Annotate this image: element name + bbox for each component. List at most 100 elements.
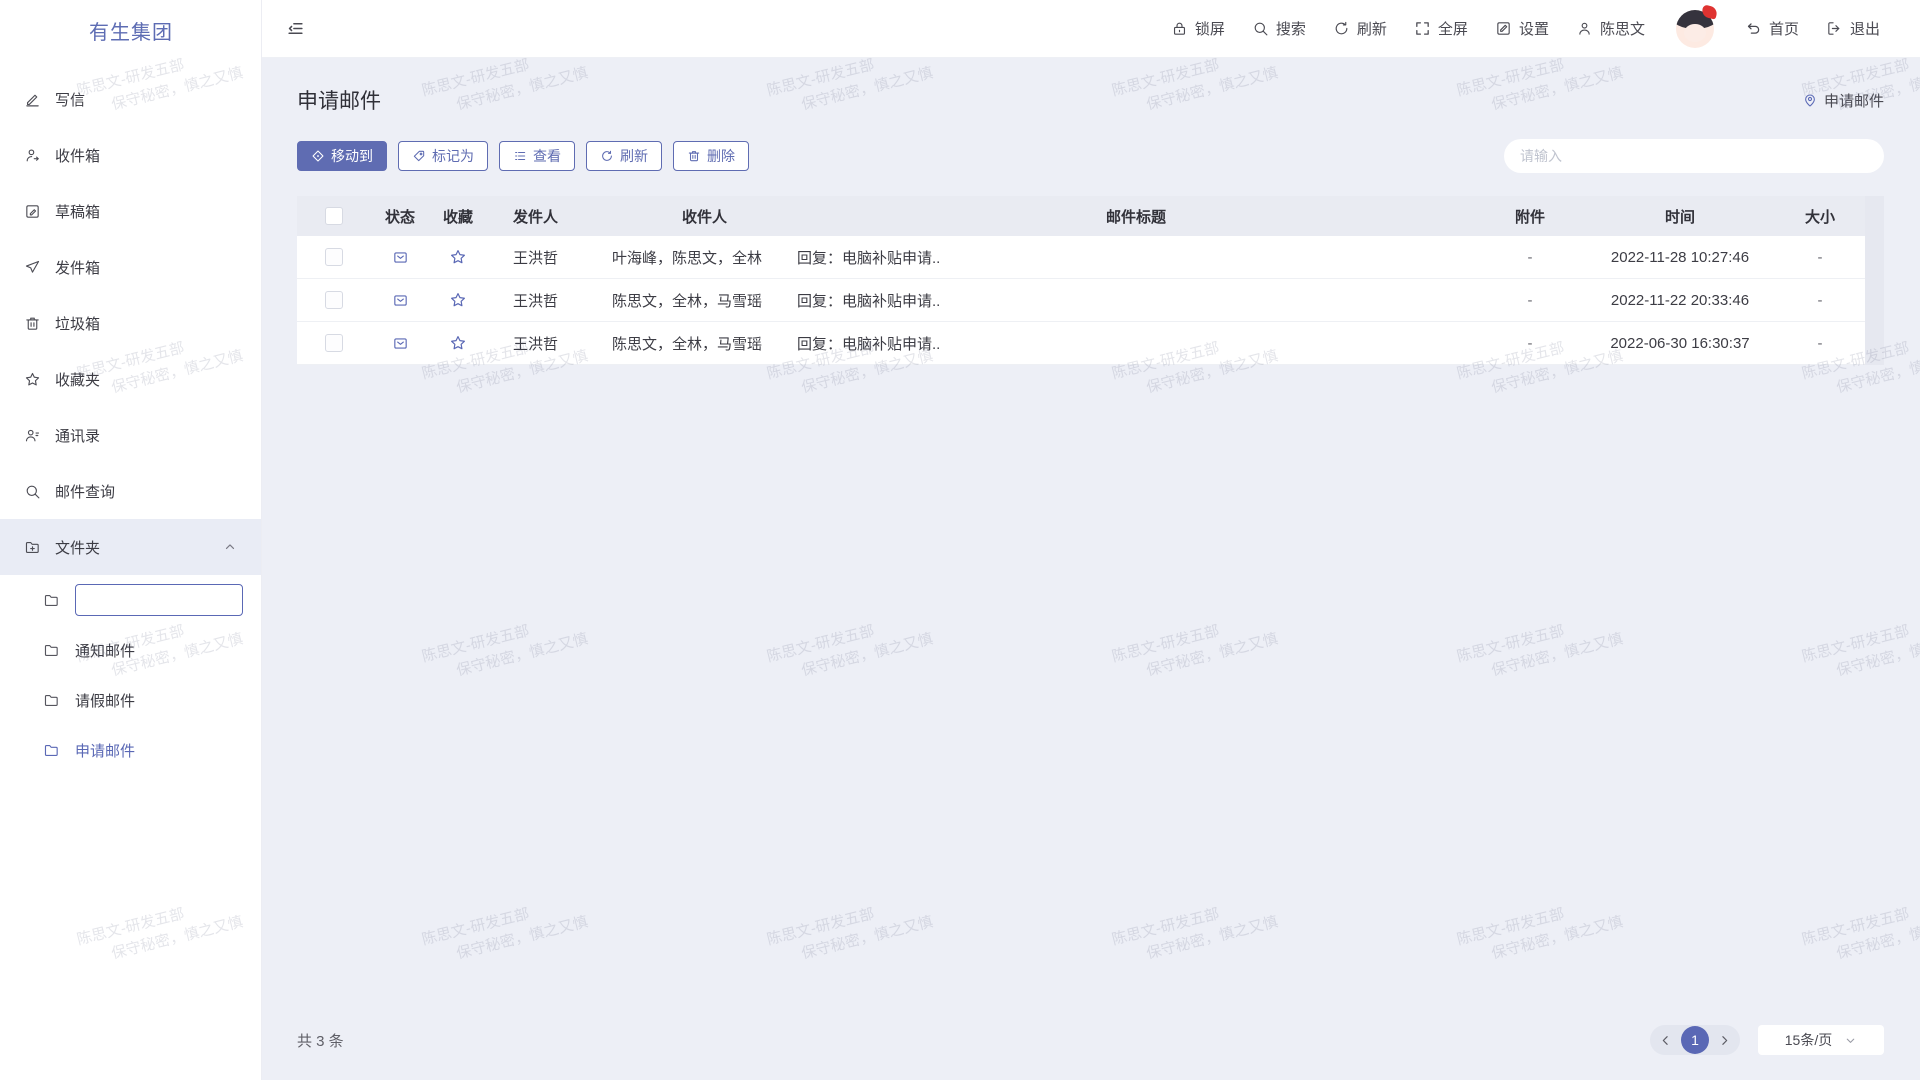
folder-icon [43, 642, 60, 659]
logout-label: 退出 [1850, 18, 1880, 39]
sidebar-item-trash[interactable]: 垃圾箱 [0, 295, 261, 351]
col-header-attachment: 附件 [1475, 206, 1585, 227]
row-checkbox[interactable] [325, 291, 343, 309]
folder-item-leave[interactable]: 请假邮件 [0, 675, 261, 725]
contacts-icon [24, 427, 41, 444]
search-button[interactable]: 搜索 [1252, 18, 1306, 39]
current-page-button[interactable]: 1 [1681, 1026, 1709, 1054]
sidebar-item-favorites[interactable]: 收藏夹 [0, 351, 261, 407]
pencil-icon [24, 91, 41, 108]
table-header-row: 状态 收藏 发件人 收件人 邮件标题 附件 时间 大小 [297, 196, 1865, 236]
refresh-list-button[interactable]: 刷新 [586, 141, 662, 171]
edit-square-icon [1495, 20, 1512, 37]
chevron-left-icon [1659, 1034, 1672, 1047]
mail-table-inner: 状态 收藏 发件人 收件人 邮件标题 附件 时间 大小 王洪哲 [297, 196, 1865, 365]
main-area: 锁屏 搜索 刷新 全屏 设置 [262, 0, 1920, 1080]
sidebar-item-inbox[interactable]: 收件箱 [0, 127, 261, 183]
cell-time: 2022-11-28 10:27:46 [1585, 249, 1775, 266]
fullscreen-button[interactable]: 全屏 [1414, 18, 1468, 39]
select-all-checkbox[interactable] [325, 207, 343, 225]
cell-size: - [1775, 335, 1865, 352]
sidebar-item-contacts[interactable]: 通讯录 [0, 407, 261, 463]
chevron-right-icon [1718, 1034, 1731, 1047]
title-row: 申请邮件 申请邮件 [297, 85, 1884, 115]
table-row[interactable]: 王洪哲 叶海峰，陈思文，全林 回复：电脑补贴申请.. - 2022-11-28 … [297, 236, 1865, 279]
move-to-label: 移动到 [331, 146, 373, 166]
folder-item-notify[interactable]: 通知邮件 [0, 625, 261, 675]
sidebar-item-drafts[interactable]: 草稿箱 [0, 183, 261, 239]
table-row[interactable]: 王洪哲 陈思文，全林，马雪瑶 回复：电脑补贴申请.. - 2022-11-22 … [297, 279, 1865, 322]
mail-read-icon [392, 335, 409, 352]
next-page-button[interactable] [1718, 1034, 1731, 1047]
user-menu[interactable]: 陈思文 [1576, 18, 1645, 39]
delete-button[interactable]: 删除 [673, 141, 749, 171]
collapse-sidebar-button[interactable] [286, 19, 305, 38]
cell-attachment: - [1475, 249, 1585, 266]
location-pin-icon [1802, 92, 1818, 108]
refresh-circle-icon [600, 149, 614, 163]
folder-plus-icon [24, 539, 41, 556]
new-folder-input[interactable] [75, 584, 243, 616]
fullscreen-label: 全屏 [1438, 18, 1468, 39]
star-icon[interactable] [449, 291, 467, 309]
move-icon [311, 149, 325, 163]
total-count: 共 3 条 [297, 1030, 344, 1051]
search-icon [1252, 20, 1269, 37]
view-button[interactable]: 查看 [499, 141, 575, 171]
cell-attachment: - [1475, 335, 1585, 352]
home-label: 首页 [1769, 18, 1799, 39]
col-header-status: 状态 [371, 206, 429, 227]
row-checkbox[interactable] [325, 248, 343, 266]
table-scrollbar-gutter[interactable] [1865, 196, 1884, 365]
app-window: 有生集团 写信 收件箱 草稿箱 发件箱 垃圾箱 [0, 0, 1920, 1080]
sidebar-item-sent[interactable]: 发件箱 [0, 239, 261, 295]
cell-attachment: - [1475, 292, 1585, 309]
breadcrumb[interactable]: 申请邮件 [1802, 90, 1884, 111]
pagination: 1 15条/页 [1650, 1025, 1884, 1055]
content-spacer [297, 365, 1884, 1016]
tag-icon [412, 149, 426, 163]
sidebar-item-mail-search[interactable]: 邮件查询 [0, 463, 261, 519]
settings-button[interactable]: 设置 [1495, 18, 1549, 39]
col-header-subject: 邮件标题 [797, 206, 1475, 227]
cell-recipient: 陈思文，全林，马雪瑶 [612, 290, 797, 311]
mark-as-label: 标记为 [432, 146, 474, 166]
lock-screen-button[interactable]: 锁屏 [1171, 18, 1225, 39]
sidebar-item-folders[interactable]: 文件夹 [0, 519, 261, 575]
page-size-select[interactable]: 15条/页 [1758, 1025, 1884, 1055]
chevron-up-icon[interactable] [223, 540, 237, 554]
sidebar-item-label: 发件箱 [55, 257, 100, 278]
search-icon [24, 483, 41, 500]
page-title: 申请邮件 [297, 85, 381, 115]
sidebar-menu: 写信 收件箱 草稿箱 发件箱 垃圾箱 收藏夹 [0, 71, 261, 775]
mail-read-icon [392, 249, 409, 266]
logout-button[interactable]: 退出 [1826, 18, 1880, 39]
refresh-label: 刷新 [1357, 18, 1387, 39]
mark-as-button[interactable]: 标记为 [398, 141, 488, 171]
avatar[interactable] [1676, 10, 1714, 48]
cell-sender: 王洪哲 [487, 333, 612, 354]
cell-subject: 回复：电脑补贴申请.. [797, 333, 1475, 354]
star-icon[interactable] [449, 334, 467, 352]
prev-page-button[interactable] [1659, 1034, 1672, 1047]
breadcrumb-label: 申请邮件 [1824, 90, 1884, 111]
lock-icon [1171, 20, 1188, 37]
folder-icon [43, 742, 60, 759]
footer: 共 3 条 1 15条/页 [297, 1016, 1884, 1080]
fullscreen-icon [1414, 20, 1431, 37]
mail-read-icon [392, 292, 409, 309]
star-icon[interactable] [449, 248, 467, 266]
send-icon [24, 259, 41, 276]
table-row[interactable]: 王洪哲 陈思文，全林，马雪瑶 回复：电脑补贴申请.. - 2022-06-30 … [297, 322, 1865, 365]
list-search-input[interactable] [1504, 139, 1884, 173]
home-button[interactable]: 首页 [1745, 18, 1799, 39]
sidebar-item-compose[interactable]: 写信 [0, 71, 261, 127]
topbar-actions: 锁屏 搜索 刷新 全屏 设置 [1171, 10, 1880, 48]
move-to-button[interactable]: 移动到 [297, 141, 387, 171]
col-header-time: 时间 [1585, 206, 1775, 227]
sidebar: 有生集团 写信 收件箱 草稿箱 发件箱 垃圾箱 [0, 0, 262, 1080]
topbar: 锁屏 搜索 刷新 全屏 设置 [262, 0, 1920, 58]
folder-item-apply[interactable]: 申请邮件 [0, 725, 261, 775]
refresh-button[interactable]: 刷新 [1333, 18, 1387, 39]
row-checkbox[interactable] [325, 334, 343, 352]
